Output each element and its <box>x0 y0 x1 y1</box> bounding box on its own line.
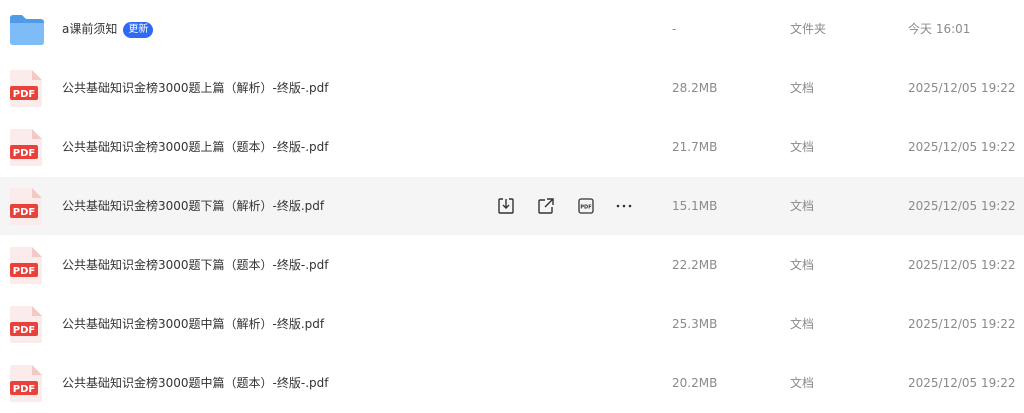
file-name[interactable]: 公共基础知识金榜3000题下篇（解析）-终版.pdf <box>62 197 324 215</box>
file-type: 文档 <box>790 140 815 154</box>
file-size: 21.7MB <box>672 140 718 154</box>
file-type: 文档 <box>790 81 815 95</box>
file-name-text[interactable]: a课前须知 <box>62 22 117 36</box>
file-name[interactable]: 公共基础知识金榜3000题上篇（解析）-终版-.pdf <box>62 79 328 97</box>
pdf-label: PDF <box>13 148 35 159</box>
pdf-label: PDF <box>13 325 35 336</box>
file-type: 文档 <box>790 317 815 331</box>
file-modified-time: 今天 16:01 <box>908 22 971 36</box>
pdf-label: PDF <box>13 207 35 218</box>
file-type: 文档 <box>790 258 815 272</box>
file-size: 22.2MB <box>672 258 718 272</box>
pdf-label: PDF <box>13 266 35 277</box>
file-modified-time: 2025/12/05 19:22 <box>908 140 1016 154</box>
file-row[interactable]: PDF 公共基础知识金榜3000题上篇（题本）-终版-.pdf 21.7MB 文… <box>0 118 1024 176</box>
file-size: 15.1MB <box>672 199 718 213</box>
file-type: 文档 <box>790 376 815 390</box>
file-size: 25.3MB <box>672 317 718 331</box>
file-name[interactable]: 公共基础知识金榜3000题中篇（题本）-终版-.pdf <box>62 374 328 392</box>
more-icon[interactable] <box>614 196 634 216</box>
pdf-file-icon: PDF <box>8 128 46 166</box>
pdf-file-icon: PDF <box>8 364 46 402</box>
file-modified-time: 2025/12/05 19:22 <box>908 81 1016 95</box>
file-modified-time: 2025/12/05 19:22 <box>908 317 1016 331</box>
file-modified-time: 2025/12/05 19:22 <box>908 199 1016 213</box>
update-badge: 更新 <box>123 22 154 38</box>
file-size: 28.2MB <box>672 81 718 95</box>
file-type: 文档 <box>790 199 815 213</box>
file-row-hovered[interactable]: PDF 公共基础知识金榜3000题下篇（解析）-终版.pdf PDF 15.1M… <box>0 177 1024 235</box>
file-type: 文件夹 <box>790 22 827 36</box>
pdf-file-icon: PDF <box>8 69 46 107</box>
file-list: a课前须知 更新 - 文件夹 今天 16:01 PDF 公共基础知识金榜3000题… <box>0 0 1024 413</box>
pdf-convert-icon[interactable]: PDF <box>576 196 596 216</box>
pdf-file-icon: PDF <box>8 305 46 343</box>
file-size: 20.2MB <box>672 376 718 390</box>
file-size: - <box>672 22 677 36</box>
file-name[interactable]: a课前须知 更新 <box>62 20 154 38</box>
pdf-file-icon: PDF <box>8 246 46 284</box>
pdf-label: PDF <box>13 384 35 395</box>
file-modified-time: 2025/12/05 19:22 <box>908 376 1016 390</box>
pdf-action-label: PDF <box>580 205 591 211</box>
file-name[interactable]: 公共基础知识金榜3000题上篇（题本）-终版-.pdf <box>62 138 328 156</box>
download-icon[interactable] <box>496 196 516 216</box>
file-row[interactable]: PDF 公共基础知识金榜3000题下篇（题本）-终版-.pdf 22.2MB 文… <box>0 236 1024 294</box>
pdf-file-icon: PDF <box>8 187 46 225</box>
file-row[interactable]: PDF 公共基础知识金榜3000题上篇（解析）-终版-.pdf 28.2MB 文… <box>0 59 1024 117</box>
share-icon[interactable] <box>536 196 556 216</box>
file-row[interactable]: PDF 公共基础知识金榜3000题中篇（解析）-终版.pdf 25.3MB 文档… <box>0 295 1024 353</box>
file-name[interactable]: 公共基础知识金榜3000题中篇（解析）-终版.pdf <box>62 315 324 333</box>
pdf-label: PDF <box>13 89 35 100</box>
folder-icon <box>8 10 46 48</box>
file-modified-time: 2025/12/05 19:22 <box>908 258 1016 272</box>
file-name[interactable]: 公共基础知识金榜3000题下篇（题本）-终版-.pdf <box>62 256 328 274</box>
file-row[interactable]: PDF 公共基础知识金榜3000题中篇（题本）-终版-.pdf 20.2MB 文… <box>0 354 1024 412</box>
file-row[interactable]: a课前须知 更新 - 文件夹 今天 16:01 <box>0 0 1024 58</box>
